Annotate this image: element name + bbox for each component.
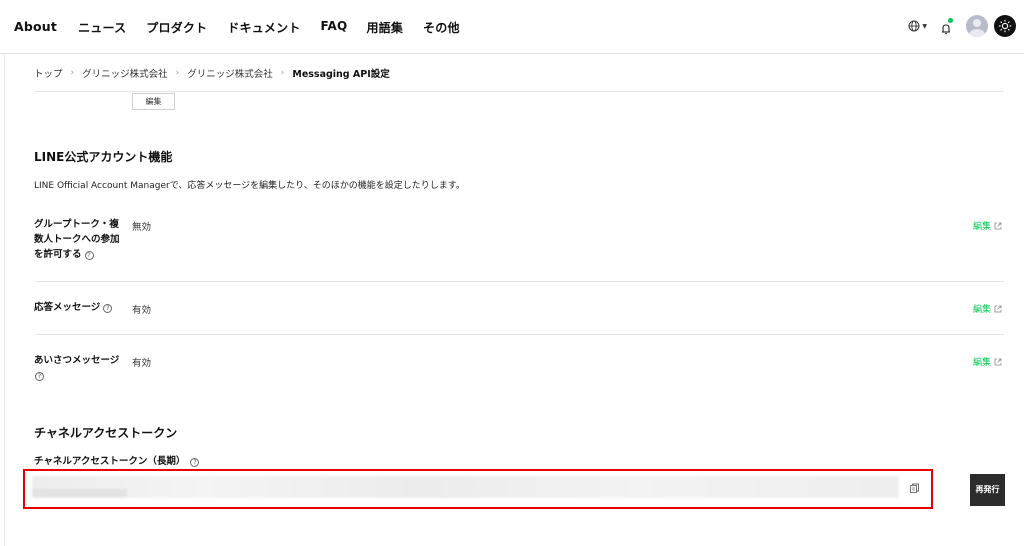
group-chat-label-line2: 数人トークへの参加 bbox=[34, 234, 120, 245]
auto-reply-label: 応答メッセージ? bbox=[34, 300, 113, 315]
line-oa-section-title: LINE公式アカウント機能 bbox=[34, 150, 173, 164]
breadcrumb-channel[interactable]: グリニッジ株式会社 bbox=[187, 66, 273, 80]
edit-link-label: 編集 bbox=[972, 358, 991, 368]
nav-other[interactable]: その他 bbox=[423, 19, 460, 36]
greeting-edit-link[interactable]: 編集 bbox=[973, 355, 1002, 368]
user-avatar[interactable] bbox=[966, 15, 988, 37]
external-link-icon bbox=[994, 222, 1002, 229]
greeting-value: 有効 bbox=[132, 358, 152, 369]
nav-products[interactable]: プロダクト bbox=[146, 19, 207, 36]
token-label: チャネルアクセストークン（長期）? bbox=[34, 453, 200, 467]
help-icon[interactable]: ? bbox=[35, 372, 44, 381]
nav-news[interactable]: ニュース bbox=[78, 19, 126, 36]
token-field[interactable] bbox=[32, 476, 899, 498]
auto-reply-value: 有効 bbox=[132, 305, 152, 316]
token-blur bbox=[32, 489, 127, 497]
copy-icon[interactable] bbox=[909, 483, 920, 494]
group-chat-edit-link[interactable]: 編集 bbox=[973, 219, 1002, 232]
sidebar-border bbox=[4, 55, 5, 546]
sun-icon bbox=[998, 19, 1012, 33]
greeting-label: あいさつメッセージ ? bbox=[34, 353, 119, 383]
bell-icon bbox=[942, 24, 950, 35]
chevron-down-icon: ▼ bbox=[922, 22, 927, 30]
breadcrumb-divider bbox=[34, 91, 1004, 92]
help-icon[interactable]: ? bbox=[84, 251, 94, 260]
edit-button[interactable]: 編集 bbox=[132, 93, 175, 110]
nav-about[interactable]: About bbox=[14, 19, 57, 36]
auto-reply-label-text: 応答メッセージ bbox=[34, 302, 101, 313]
header-actions: ▼ bbox=[908, 15, 1016, 37]
external-link-icon bbox=[994, 358, 1002, 365]
chevron-right-icon: › bbox=[70, 68, 75, 78]
nav-faq[interactable]: FAQ bbox=[321, 19, 348, 36]
globe-icon bbox=[908, 20, 920, 32]
top-navigation-bar: About ニュース プロダクト ドキュメント FAQ 用語集 その他 ▼ bbox=[0, 0, 1024, 54]
external-link-icon bbox=[994, 305, 1002, 312]
group-chat-label-line1: グループトーク・複 bbox=[34, 219, 119, 230]
chevron-right-icon: › bbox=[280, 68, 285, 78]
notification-button[interactable] bbox=[940, 18, 953, 35]
line-oa-description: LINE Official Account Managerで、応答メッセージを編… bbox=[34, 181, 465, 191]
row-divider bbox=[34, 334, 1004, 335]
language-selector[interactable]: ▼ bbox=[908, 20, 927, 32]
edit-link-label: 編集 bbox=[972, 222, 991, 232]
main-nav: About ニュース プロダクト ドキュメント FAQ 用語集 その他 bbox=[14, 19, 480, 36]
nav-glossary[interactable]: 用語集 bbox=[366, 19, 403, 36]
breadcrumb-provider[interactable]: グリニッジ株式会社 bbox=[82, 66, 168, 80]
notification-dot bbox=[948, 18, 953, 23]
auto-reply-edit-link[interactable]: 編集 bbox=[973, 302, 1002, 315]
group-chat-label: グループトーク・複 数人トークへの参加 を許可する? bbox=[34, 217, 120, 262]
greeting-label-text: あいさつメッセージ bbox=[34, 355, 120, 366]
row-divider bbox=[34, 281, 1004, 282]
edit-link-label: 編集 bbox=[972, 305, 991, 315]
reissue-button[interactable]: 再発行 bbox=[970, 474, 1005, 506]
token-label-text: チャネルアクセストークン（長期） bbox=[34, 456, 186, 467]
breadcrumb-current: Messaging API設定 bbox=[292, 69, 390, 80]
help-icon[interactable]: ? bbox=[190, 458, 200, 467]
breadcrumb-top[interactable]: トップ bbox=[34, 66, 63, 80]
nav-documents[interactable]: ドキュメント bbox=[227, 19, 300, 36]
chevron-right-icon: › bbox=[175, 68, 180, 78]
theme-toggle-button[interactable] bbox=[994, 15, 1016, 37]
group-chat-value: 無効 bbox=[132, 222, 152, 233]
token-section-title: チャネルアクセストークン bbox=[34, 426, 178, 440]
help-icon[interactable]: ? bbox=[103, 304, 113, 313]
group-chat-label-line3: を許可する bbox=[34, 249, 82, 260]
breadcrumb: トップ › グリニッジ株式会社 › グリニッジ株式会社 › Messaging … bbox=[34, 66, 390, 80]
